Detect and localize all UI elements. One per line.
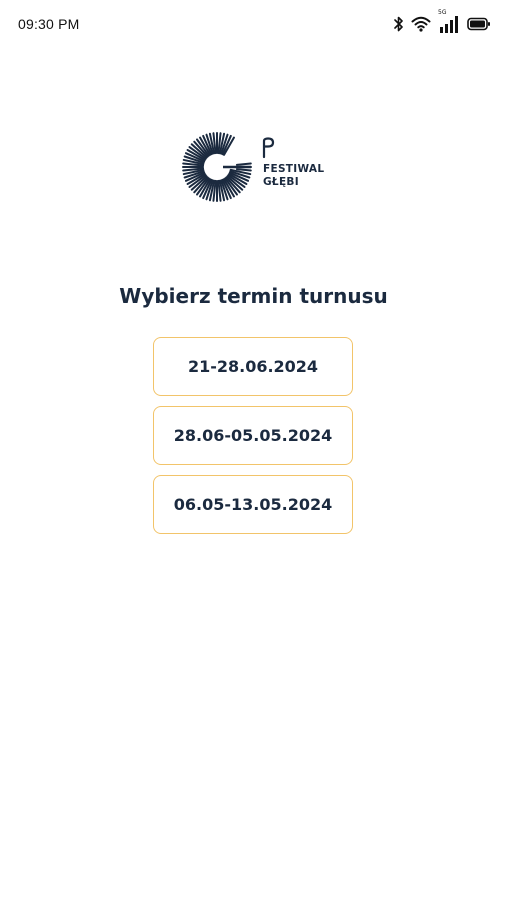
cellular-signal-icon: 5G xyxy=(438,9,460,34)
logo-line-1: FESTIWAL xyxy=(263,163,325,175)
logo-ray xyxy=(235,162,252,166)
logo-wordmark: FESTIWAL GŁĘBI xyxy=(263,163,324,189)
battery-icon xyxy=(467,17,491,31)
bluetooth-icon xyxy=(394,16,404,32)
page-title: Wybierz termin turnusu xyxy=(119,284,388,308)
date-option-button[interactable]: 06.05-13.05.2024 xyxy=(153,475,353,534)
logo-line-2: GŁĘBI xyxy=(263,176,299,188)
logo-p-icon xyxy=(262,137,275,159)
date-option-list: 21-28.06.2024 28.06-05.05.2024 06.05-13.… xyxy=(153,337,353,544)
status-time: 09:30 PM xyxy=(18,16,80,32)
logo-ray xyxy=(235,168,252,172)
status-bar: 09:30 PM 5G xyxy=(0,0,507,48)
status-icons: 5G xyxy=(394,9,491,34)
date-option-button[interactable]: 21-28.06.2024 xyxy=(153,337,353,396)
network-type-label: 5G xyxy=(438,9,447,16)
festiwal-glebi-logo: FESTIWAL GŁĘBI xyxy=(180,130,340,205)
wifi-icon xyxy=(411,16,431,32)
date-option-button[interactable]: 28.06-05.05.2024 xyxy=(153,406,353,465)
logo-sunburst-icon xyxy=(182,132,252,202)
